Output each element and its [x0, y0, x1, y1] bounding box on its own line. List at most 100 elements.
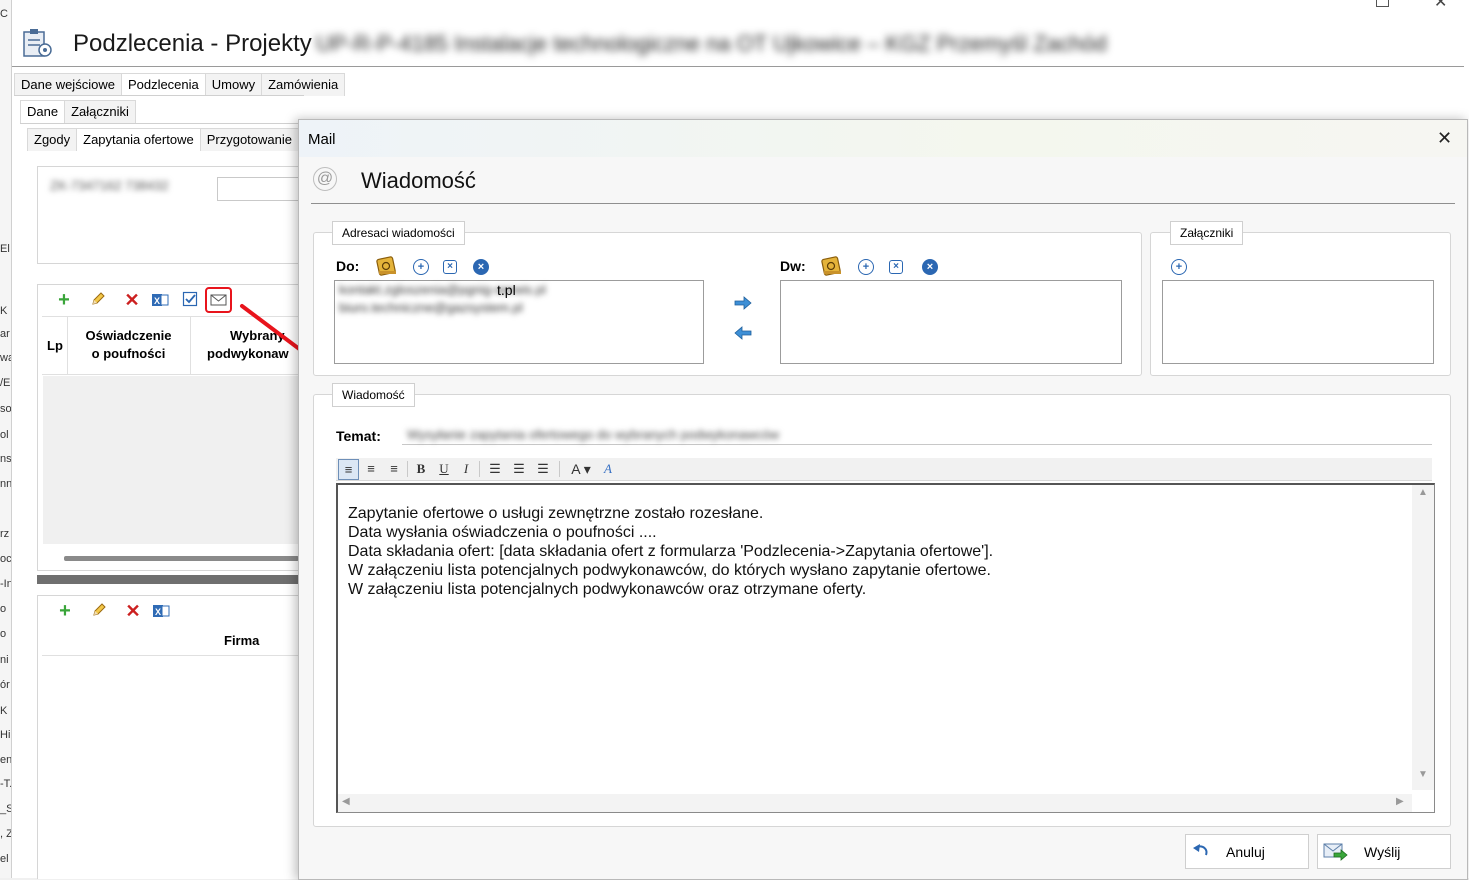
to-add-circle-icon[interactable]: + — [413, 259, 429, 275]
cc-address-book-icon[interactable] — [820, 255, 844, 280]
body-line-1: Zapytanie ofertowe o usługi zewnętrzne z… — [348, 505, 764, 522]
undo-icon — [1193, 844, 1208, 856]
align-center-icon[interactable]: ≡ — [362, 458, 380, 480]
grid2-delete-icon[interactable]: ✕ — [124, 602, 142, 620]
attachment-add-circle-icon[interactable]: + — [1171, 259, 1187, 275]
align-right-icon[interactable]: ≡ — [385, 458, 403, 480]
left-strip-letter: , Z — [0, 828, 11, 840]
bold-button[interactable]: B — [413, 458, 429, 480]
to-address-2-blurred: biuro.techniczne@gazsystem.pl — [339, 300, 523, 315]
left-strip-letter: en — [0, 754, 11, 766]
left-strip-letter: nn — [0, 478, 11, 490]
left-strip-letter: C — [0, 8, 8, 20]
at-sign-icon: @ — [313, 167, 337, 191]
splitter[interactable] — [37, 575, 299, 584]
underline-button[interactable]: U — [436, 458, 452, 480]
scroll-up-arrow-icon[interactable]: ▲ — [1418, 487, 1428, 498]
scroll-left-arrow-icon[interactable]: ◀ — [342, 796, 350, 807]
left-strip-letter: ns — [0, 453, 11, 465]
tab-zgody[interactable]: Zgody — [27, 128, 78, 151]
clear-format-icon[interactable]: A — [600, 458, 616, 480]
cc-add-circle-icon[interactable]: + — [858, 259, 874, 275]
bullet-list-icon[interactable]: ☰ — [486, 458, 504, 480]
page-title: Podzlecenia - Projekty — [73, 30, 312, 57]
tab-zapytania-ofertowe[interactable]: Zapytania ofertowe — [76, 128, 201, 151]
scroll-right-arrow-icon[interactable]: ▶ — [1396, 796, 1404, 807]
body-line-5: W załączeniu lista potencjalnych podwyko… — [348, 581, 867, 598]
to-address-1-suffix: t.pl — [497, 282, 516, 298]
send-button[interactable]: Wyślij — [1317, 834, 1451, 869]
tab-dane[interactable]: Dane — [20, 100, 66, 123]
left-strip-letter: El — [0, 243, 10, 255]
dialog-close-icon[interactable]: ✕ — [1437, 128, 1452, 149]
grid1-empty-area — [43, 376, 299, 544]
arrow-right-icon[interactable] — [734, 296, 752, 313]
scroll-down-arrow-icon[interactable]: ▼ — [1418, 769, 1428, 780]
delete-icon[interactable]: ✕ — [123, 291, 141, 309]
attachments-list[interactable] — [1162, 280, 1434, 364]
mail-button[interactable] — [205, 287, 232, 313]
grid2-add-row-icon[interactable]: + — [56, 601, 74, 621]
to-label: Do: — [336, 258, 360, 274]
send-label: Wyślij — [1364, 844, 1401, 860]
edit-pencil-icon[interactable] — [89, 291, 107, 309]
excel-export-icon[interactable]: X — [151, 291, 169, 309]
cc-remove-square-icon[interactable]: × — [889, 260, 903, 274]
send-envelope-icon — [1323, 843, 1348, 861]
dialog-heading: Wiadomość — [361, 168, 476, 193]
left-strip-letter: ar — [0, 328, 10, 340]
grid2-excel-export-icon[interactable]: X — [152, 602, 170, 620]
tab-przygotowanie[interactable]: Przygotowanie — [199, 128, 299, 151]
cancel-button[interactable]: Anuluj — [1185, 834, 1309, 869]
left-strip-letter: ór — [0, 679, 10, 691]
body-line-2: Data wysłania oświadczenia o poufności .… — [348, 524, 657, 541]
grid1-hscrollbar[interactable] — [64, 556, 299, 561]
left-strip-letter: _Si — [0, 803, 11, 815]
subject-value-blurred: Wysyłanie zapytania ofertowego do wybran… — [407, 427, 780, 442]
indent-decrease-icon[interactable]: ☰ — [534, 458, 552, 480]
body-line-4: W załączeniu lista potencjalnych podwyko… — [348, 562, 991, 579]
maximize-icon[interactable] — [1376, 0, 1389, 7]
left-strip-letter: o — [0, 628, 7, 640]
tab-zalaczniki[interactable]: Załączniki — [64, 100, 136, 123]
left-strip-letter: wa — [0, 352, 11, 364]
arrow-left-icon[interactable] — [734, 326, 752, 343]
close-window-icon[interactable]: ✕ — [1434, 0, 1447, 12]
cc-clear-circle-icon[interactable]: × — [922, 259, 938, 275]
tab-umowy[interactable]: Umowy — [204, 73, 263, 96]
left-strip-letter: K — [0, 705, 8, 717]
add-row-icon[interactable]: + — [55, 290, 73, 310]
dialog-titlebar — [299, 120, 1467, 157]
checkbox-icon[interactable] — [181, 291, 199, 309]
align-left-icon[interactable]: ≡ — [338, 459, 359, 480]
to-remove-square-icon[interactable]: × — [443, 260, 457, 274]
svg-text:X: X — [155, 607, 161, 617]
mail-dialog: Mail ✕ @ Wiadomość Adresaci wiadomości D… — [298, 119, 1468, 880]
grid2-col-firma: Firma — [224, 633, 260, 648]
body-line-3: Data składania ofert: [data składania of… — [348, 543, 994, 560]
address-book-icon[interactable] — [375, 255, 399, 280]
grid2-edit-pencil-icon[interactable] — [90, 602, 108, 620]
horizontal-scrollbar[interactable]: ◀ ▶ — [338, 794, 1412, 812]
message-body-editor[interactable]: Zapytanie ofertowe o usługi zewnętrzne z… — [336, 483, 1435, 813]
left-strip-letter: -T. — [0, 778, 11, 790]
cancel-label: Anuluj — [1226, 844, 1265, 860]
indent-increase-icon[interactable]: ☰ — [510, 458, 528, 480]
to-clear-circle-icon[interactable]: × — [473, 259, 489, 275]
subject-label: Temat: — [336, 428, 381, 444]
app-logo-icon — [21, 27, 55, 59]
svg-text:X: X — [154, 296, 160, 306]
vertical-scrollbar[interactable]: ▲ ▼ — [1412, 485, 1434, 790]
font-color-dropdown[interactable]: A ▾ — [568, 458, 594, 480]
tab-dane-wejsciowe[interactable]: Dane wejściowe — [14, 73, 122, 96]
tab-podzlecenia[interactable]: Podzlecenia — [120, 73, 206, 96]
form-input-line — [217, 177, 300, 201]
tab-zamowienia[interactable]: Zamówienia — [261, 73, 346, 96]
title-divider — [12, 66, 1464, 67]
left-strip-letter: /E — [0, 377, 11, 389]
grid2-panel — [37, 595, 301, 879]
italic-button[interactable]: I — [458, 458, 474, 480]
cc-address-list[interactable] — [780, 280, 1122, 364]
sub-tabs: Dane Załączniki — [20, 100, 136, 123]
left-strip-letter: Hi — [0, 729, 11, 741]
